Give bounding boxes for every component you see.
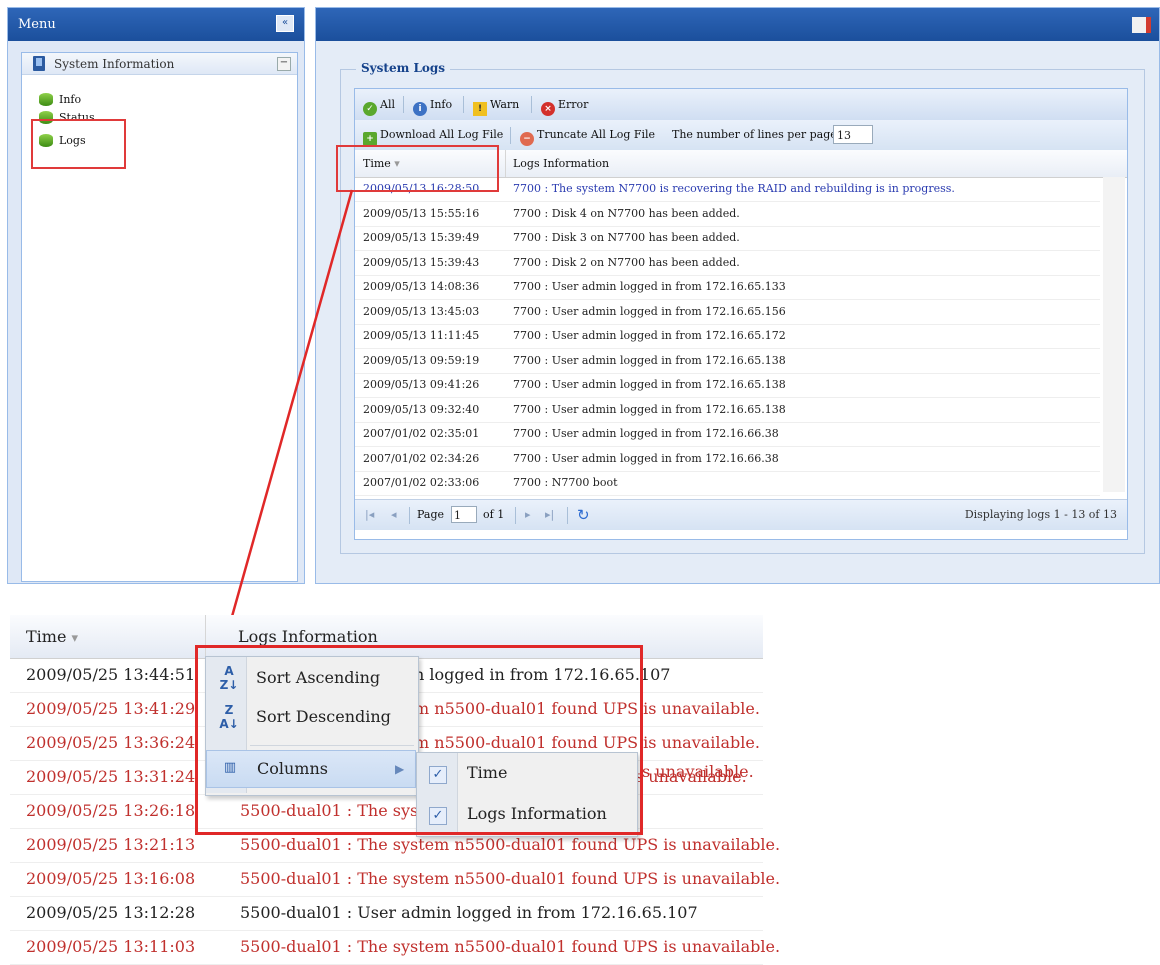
callout-line xyxy=(220,189,354,653)
row-overflow-text: s unavailable. xyxy=(642,762,754,781)
row-time: 2009/05/25 13:44:51 xyxy=(26,665,196,684)
zoom-column-time[interactable]: Time ▾ xyxy=(26,615,78,660)
table-row[interactable]: 2009/05/25 13:12:28 5500-dual01 : User ad… xyxy=(10,896,763,931)
row-time: 2009/05/25 13:16:08 xyxy=(26,869,196,888)
row-time: 2009/05/25 13:21:13 xyxy=(26,835,196,854)
context-menu-highlight-box xyxy=(195,645,643,835)
row-time: 2009/05/25 13:31:24 xyxy=(26,767,196,786)
table-row[interactable]: 2009/05/25 13:11:03 5500-dual01 : The sys… xyxy=(10,930,780,965)
row-info: 5500-dual01 : The system n5500-dual01 fo… xyxy=(240,869,781,888)
row-time: 2009/05/25 13:36:24 xyxy=(26,733,196,752)
row-time: 2009/05/25 13:41:29 xyxy=(26,699,196,718)
zoom-column-time-label: Time xyxy=(26,627,67,646)
row-time: 2009/05/25 13:11:03 xyxy=(26,937,196,956)
row-time: 2009/05/25 13:26:18 xyxy=(26,801,196,820)
row-info: 5500-dual01 : The system n5500-dual01 fo… xyxy=(240,937,781,956)
row-info: 5500-dual01 : User admin logged in from … xyxy=(240,903,698,922)
row-time: 2009/05/25 13:12:28 xyxy=(26,903,196,922)
sort-arrow-icon[interactable]: ▾ xyxy=(72,631,79,646)
table-row[interactable]: 2009/05/25 13:16:08 5500-dual01 : The sys… xyxy=(10,862,780,897)
